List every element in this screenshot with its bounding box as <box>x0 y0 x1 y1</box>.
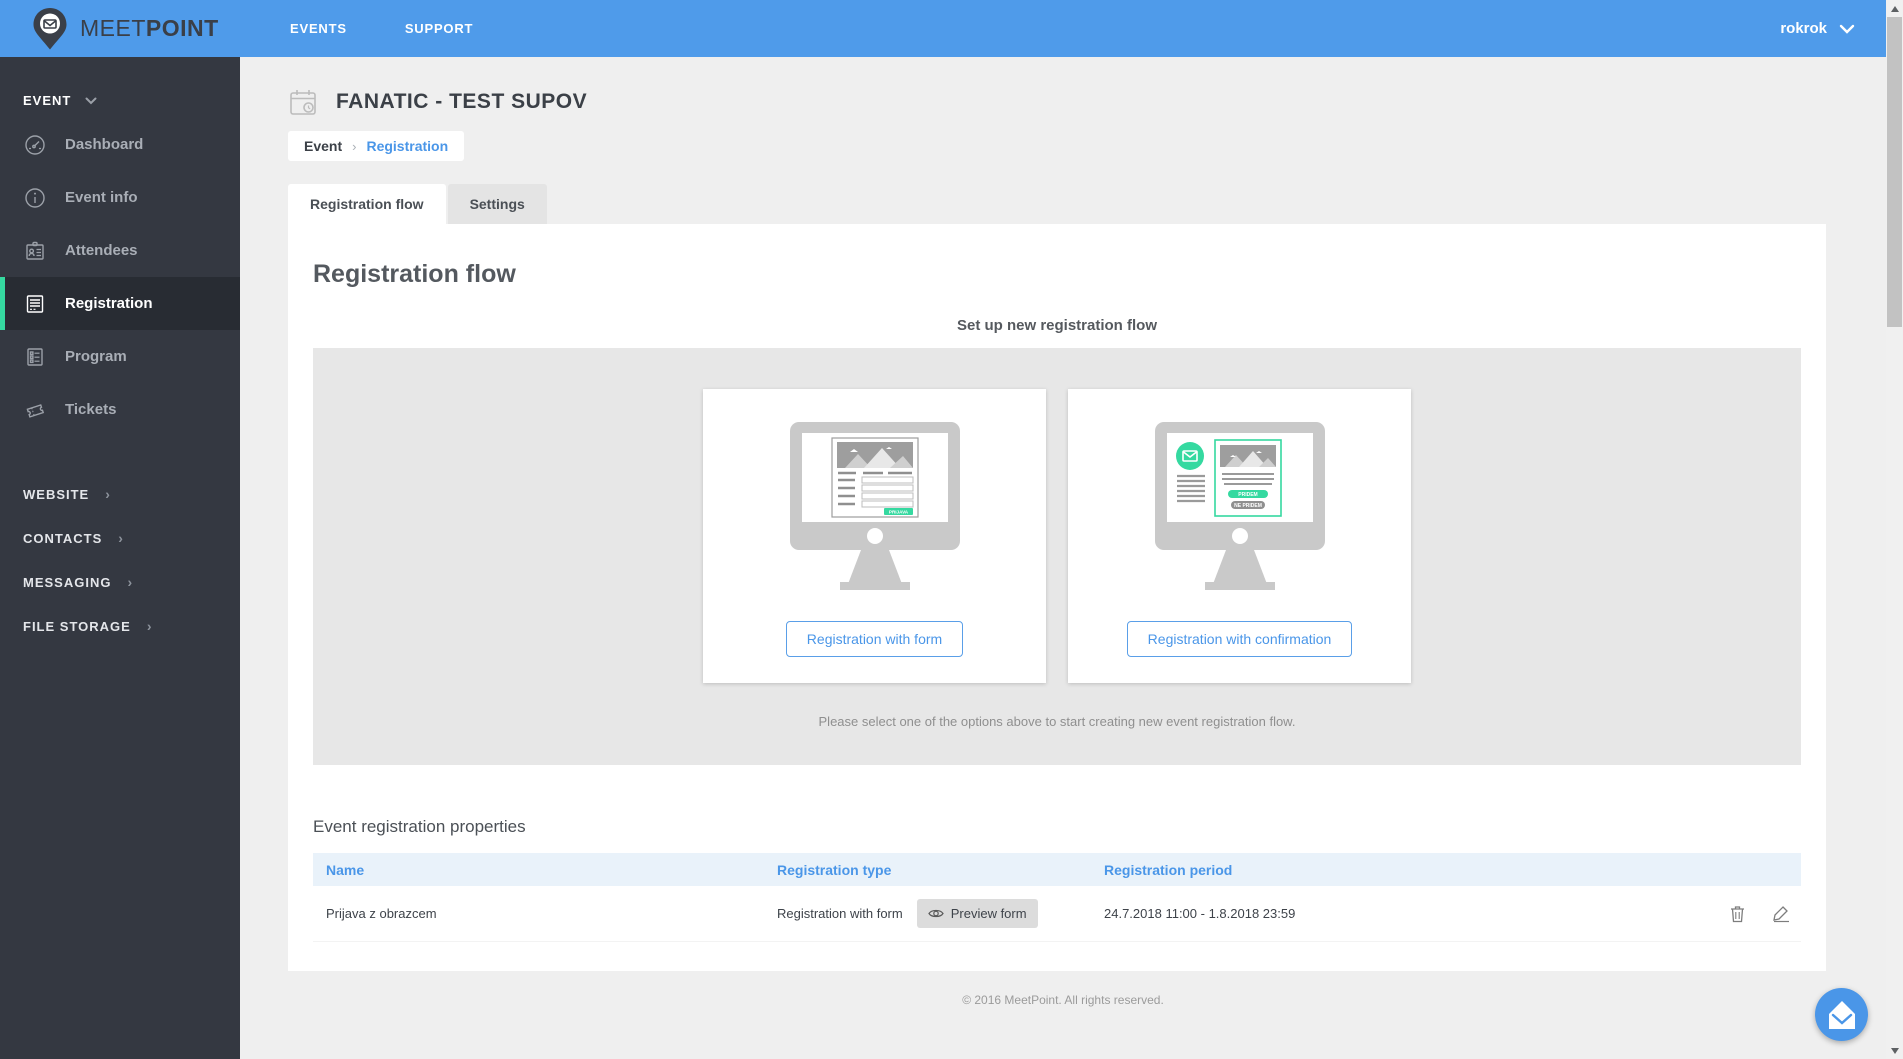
form-monitor-illustration: PRIJAVA <box>770 389 980 621</box>
column-header-period[interactable]: Registration period <box>1104 862 1801 878</box>
properties-table: Name Registration type Registration peri… <box>313 853 1801 942</box>
delete-row-button[interactable] <box>1727 902 1748 925</box>
sidebar-group-label: EVENT <box>23 93 72 108</box>
user-name: rokrok <box>1780 20 1827 37</box>
scrollbar-thumb[interactable] <box>1887 17 1902 327</box>
sidebar-item-attendees[interactable]: Attendees <box>0 224 240 277</box>
top-header: MEETPOINT EVENTS SUPPORT rokrok <box>0 0 1903 57</box>
sidebar-section-label: MESSAGING <box>23 574 112 590</box>
sidebar: EVENT Dashboard Event info Attendees Reg… <box>0 57 240 1059</box>
row-registration-type: Registration with form <box>777 906 903 921</box>
program-list-icon <box>27 347 43 366</box>
chevron-right-icon: › <box>105 486 111 502</box>
sidebar-item-label: Program <box>65 348 127 365</box>
tab-bar: Registration flow Settings <box>288 184 1886 224</box>
sidebar-section-file-storage[interactable]: FILE STORAGE › <box>0 604 240 648</box>
page-scrollbar[interactable] <box>1886 0 1903 1059</box>
chevron-down-icon <box>1839 24 1855 34</box>
chat-widget-button[interactable] <box>1815 988 1868 1041</box>
sidebar-item-event-info[interactable]: Event info <box>0 171 240 224</box>
chevron-right-icon: › <box>118 530 124 546</box>
flow-options-zone: PRIJAVA Registration with form PRIDEM NE… <box>313 348 1801 765</box>
main-content: FANATIC - TEST SUPOV Event › Registratio… <box>240 57 1886 1059</box>
top-navigation: EVENTS SUPPORT <box>290 21 473 36</box>
sidebar-item-registration[interactable]: Registration <box>0 277 240 330</box>
sidebar-section-contacts[interactable]: CONTACTS › <box>0 516 240 560</box>
preview-form-button[interactable]: Preview form <box>916 899 1038 928</box>
edit-row-button[interactable] <box>1770 902 1793 925</box>
registration-flow-panel: Registration flow Set up new registratio… <box>288 224 1826 971</box>
registration-with-confirmation-button[interactable]: Registration with confirmation <box>1126 621 1353 657</box>
sidebar-item-label: Tickets <box>65 401 117 418</box>
confirmation-monitor-illustration: PRIDEM NE PRIDEM <box>1135 389 1345 621</box>
sidebar-item-label: Attendees <box>65 242 138 259</box>
illustration-accept-label: PRIDEM <box>1238 492 1257 498</box>
preview-form-label: Preview form <box>950 906 1027 921</box>
panel-heading: Registration flow <box>313 260 516 288</box>
user-menu[interactable]: rokrok <box>1780 20 1855 37</box>
copyright-footer: © 2016 MeetPoint. All rights reserved. <box>962 993 1164 1007</box>
ticket-icon <box>26 403 45 418</box>
breadcrumb-separator: › <box>352 138 357 154</box>
sidebar-section-messaging[interactable]: MESSAGING › <box>0 560 240 604</box>
option-card-form: PRIJAVA Registration with form <box>703 389 1046 683</box>
breadcrumb: Event › Registration <box>288 131 465 161</box>
brand-text: MEETPOINT <box>80 15 219 41</box>
sidebar-item-label: Dashboard <box>65 136 144 153</box>
sidebar-section-website[interactable]: WEBSITE › <box>0 472 240 516</box>
tab-registration-flow[interactable]: Registration flow <box>288 184 446 224</box>
table-header-row: Name Registration type Registration peri… <box>313 853 1801 886</box>
chevron-right-icon: › <box>146 618 153 634</box>
attendee-badge-icon <box>26 241 44 260</box>
registration-with-form-button[interactable]: Registration with form <box>785 621 964 657</box>
sidebar-section-label: CONTACTS <box>23 530 103 546</box>
table-row: Prijava z obrazcem Registration with for… <box>313 886 1801 942</box>
illustration-decline-label: NE PRIDEM <box>1234 503 1262 509</box>
sidebar-item-label: Event info <box>65 189 138 206</box>
options-hint-text: Please select one of the options above t… <box>818 714 1296 729</box>
eye-icon <box>928 909 944 918</box>
edit-pencil-icon <box>1773 906 1789 923</box>
scrollbar-up-arrow[interactable] <box>1886 0 1903 17</box>
page-title: FANATIC - TEST SUPOV <box>336 90 588 113</box>
row-registration-period: 24.7.2018 11:00 - 1.8.2018 23:59 <box>1104 906 1296 921</box>
dashboard-gauge-icon <box>25 134 45 155</box>
info-circle-icon <box>25 187 45 208</box>
open-envelope-icon <box>1828 1000 1855 1029</box>
breadcrumb-registration: Registration <box>366 138 449 154</box>
row-name: Prijava z obrazcem <box>326 906 437 921</box>
brand-logo[interactable]: MEETPOINT <box>0 6 240 52</box>
tab-settings[interactable]: Settings <box>447 184 547 224</box>
sidebar-group-event[interactable]: EVENT <box>0 57 240 118</box>
meetpoint-pin-icon <box>33 7 67 49</box>
sidebar-section-label: FILE STORAGE <box>23 618 131 634</box>
option-card-confirmation: PRIDEM NE PRIDEM Registration with confi… <box>1068 389 1411 683</box>
sidebar-item-dashboard[interactable]: Dashboard <box>0 118 240 171</box>
illustration-submit-label: PRIJAVA <box>888 510 908 515</box>
setup-flow-title: Set up new registration flow <box>956 317 1158 334</box>
column-header-type[interactable]: Registration type <box>777 862 1104 878</box>
trash-icon <box>1731 906 1744 923</box>
properties-title: Event registration properties <box>313 817 526 836</box>
sidebar-section-label: WEBSITE <box>23 486 90 502</box>
nav-events[interactable]: EVENTS <box>290 21 347 36</box>
sidebar-item-program[interactable]: Program <box>0 330 240 383</box>
event-calendar-icon <box>290 90 316 115</box>
registration-form-icon <box>26 294 44 313</box>
sidebar-item-tickets[interactable]: Tickets <box>0 383 240 436</box>
sidebar-item-label: Registration <box>65 295 153 312</box>
chevron-right-icon: › <box>127 574 134 590</box>
column-header-name[interactable]: Name <box>313 862 777 878</box>
breadcrumb-event[interactable]: Event <box>304 138 342 154</box>
scrollbar-down-arrow[interactable] <box>1886 1042 1903 1059</box>
nav-support[interactable]: SUPPORT <box>405 21 473 36</box>
chevron-down-icon <box>85 97 97 104</box>
